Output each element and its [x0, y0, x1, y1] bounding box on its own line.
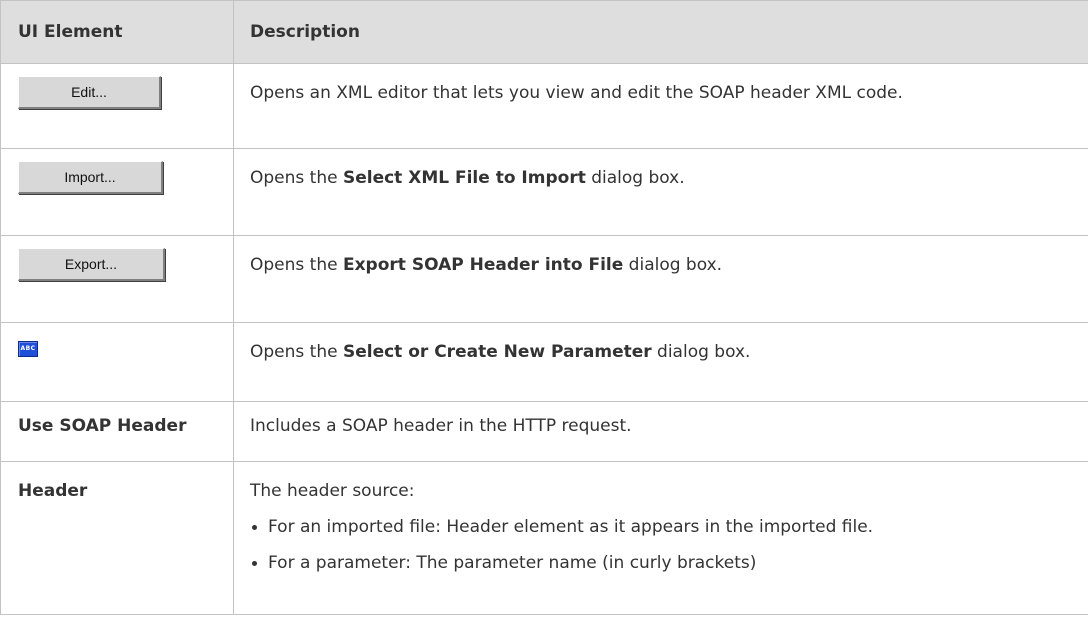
description-cell: Includes a SOAP header in the HTTP reque…	[233, 401, 1088, 462]
table-row: Import... Opens the Select XML File to I…	[0, 148, 1088, 236]
import-button[interactable]: Import...	[18, 161, 163, 194]
ui-element-label: Use SOAP Header	[18, 416, 187, 436]
ui-element-cell: Edit...	[0, 63, 234, 149]
column-header-ui-element: UI Element	[0, 0, 234, 64]
dialog-name: Select or Create New Parameter	[342, 342, 652, 362]
description-cell: Opens the Select or Create New Parameter…	[233, 322, 1088, 402]
edit-button[interactable]: Edit...	[18, 76, 161, 109]
description-cell: The header source: For an imported file:…	[233, 461, 1088, 615]
ui-element-cell: Use SOAP Header	[0, 401, 234, 462]
description-text: dialog box.	[585, 168, 685, 188]
ui-elements-table: UI Element Description Edit... Opens an …	[0, 0, 1088, 615]
description-text: Opens the	[250, 342, 343, 362]
list-item: For a parameter: The parameter name (in …	[250, 550, 1085, 576]
description-text: Opens the	[250, 168, 343, 188]
bullet-list: For an imported file: Header element as …	[250, 514, 1085, 576]
table-row: Export... Opens the Export SOAP Header i…	[0, 235, 1088, 323]
abc-parameter-icon[interactable]: ABC	[18, 341, 38, 357]
ui-element-label: Header	[18, 481, 88, 501]
description-cell: Opens the Select XML File to Import dial…	[233, 148, 1088, 236]
ui-element-cell: Import...	[0, 148, 234, 236]
dialog-name: Export SOAP Header into File	[342, 255, 624, 275]
description-text: dialog box.	[623, 255, 723, 275]
description-text: The header source:	[250, 481, 415, 501]
ui-element-cell: ABC	[0, 322, 234, 402]
description-text: Opens the	[250, 255, 343, 275]
column-header-description: Description	[233, 0, 1088, 64]
description-cell: Opens an XML editor that lets you view a…	[233, 63, 1088, 149]
list-item: For an imported file: Header element as …	[250, 514, 1085, 540]
table-row: ABC Opens the Select or Create New Param…	[0, 322, 1088, 402]
dialog-name: Select XML File to Import	[342, 168, 586, 188]
ui-element-cell: Export...	[0, 235, 234, 323]
table-row: Edit... Opens an XML editor that lets yo…	[0, 63, 1088, 149]
description-cell: Opens the Export SOAP Header into File d…	[233, 235, 1088, 323]
table-row: Use SOAP Header Includes a SOAP header i…	[0, 401, 1088, 462]
export-button[interactable]: Export...	[18, 248, 165, 281]
description-text: dialog box.	[651, 342, 751, 362]
ui-element-cell: Header	[0, 461, 234, 615]
table-row: Header The header source: For an importe…	[0, 461, 1088, 615]
table-header-row: UI Element Description	[0, 0, 1088, 64]
